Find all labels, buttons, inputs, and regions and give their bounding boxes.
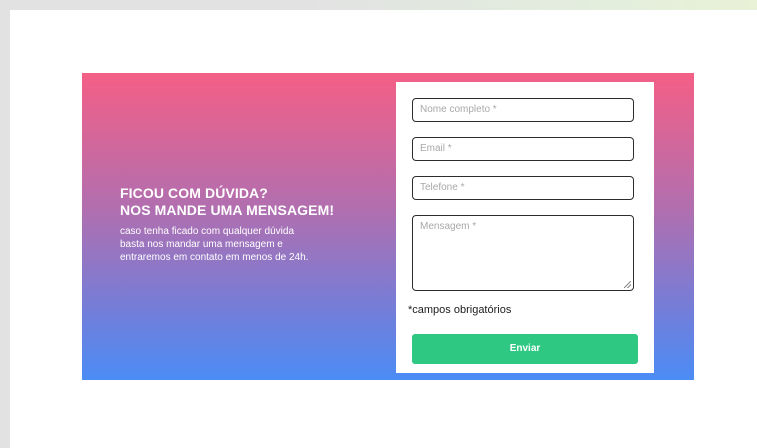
contact-description: caso tenha ficado com qualquer dúvida ba… [120, 225, 360, 264]
contact-description-line-2: basta nos mandar uma mensagem e [120, 239, 283, 250]
name-input[interactable]: Nome completo * [412, 98, 634, 122]
email-input[interactable]: Email * [412, 137, 634, 161]
submit-button[interactable]: Enviar [412, 334, 638, 364]
contact-description-line-3: entraremos em contato em menos de 24h. [120, 252, 309, 263]
required-fields-note: *campos obrigatórios [408, 304, 512, 316]
contact-heading: FICOU COM DÚVIDA? NOS MANDE UMA MENSAGEM… [120, 185, 360, 219]
message-textarea-placeholder: Mensagem * [420, 221, 477, 232]
contact-description-line-1: caso tenha ficado com qualquer dúvida [120, 226, 295, 237]
resize-grip-icon[interactable] [624, 281, 631, 288]
top-strip [0, 0, 757, 10]
left-strip [0, 0, 10, 448]
phone-input[interactable]: Telefone * [412, 176, 634, 200]
email-input-placeholder: Email * [420, 143, 452, 154]
contact-heading-line-1: FICOU COM DÚVIDA? [120, 185, 268, 201]
contact-form: Nome completo * Email * Telefone * Mensa… [396, 82, 654, 373]
contact-text-block: FICOU COM DÚVIDA? NOS MANDE UMA MENSAGEM… [120, 185, 360, 264]
contact-heading-line-2: NOS MANDE UMA MENSAGEM! [120, 202, 335, 218]
phone-input-placeholder: Telefone * [420, 182, 465, 193]
name-input-placeholder: Nome completo * [420, 104, 497, 115]
message-textarea[interactable]: Mensagem * [412, 215, 634, 291]
